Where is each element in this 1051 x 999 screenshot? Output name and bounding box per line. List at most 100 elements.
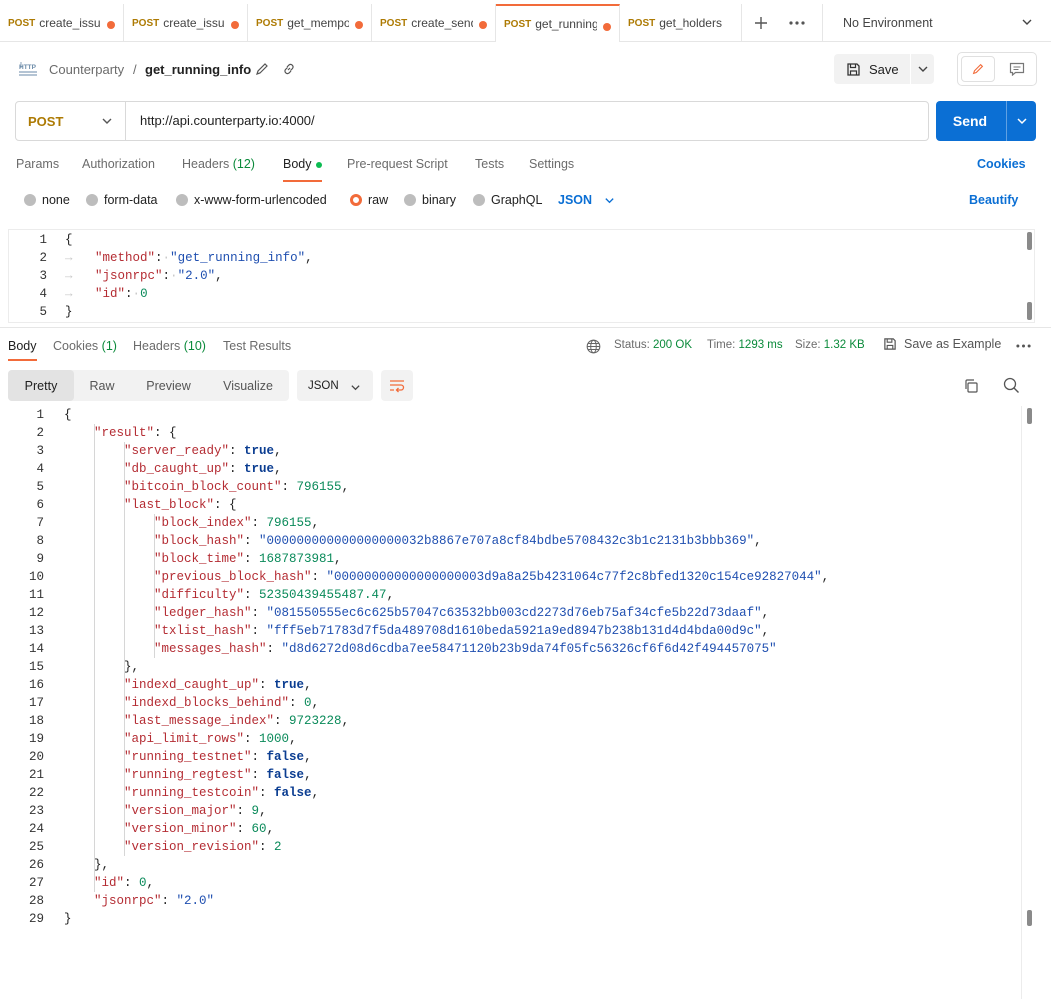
tab-overflow-button[interactable] — [780, 4, 814, 42]
scrollbar-thumb[interactable] — [1027, 302, 1032, 320]
code-line: 5 "bitcoin_block_count": 796155, — [0, 478, 1015, 496]
whitespace-marker: → — [65, 269, 96, 283]
line-text: "indexd_caught_up": true, — [124, 676, 312, 694]
json-punctuation: , — [274, 462, 282, 476]
radio-urlencoded-label: x-www-form-urlencoded — [194, 193, 327, 207]
pane-divider[interactable] — [0, 327, 1051, 328]
json-key: "version_revision" — [124, 840, 260, 854]
link-icon[interactable] — [281, 61, 297, 77]
tab-settings[interactable]: Settings — [529, 157, 574, 171]
tab-method-label: POST — [132, 17, 160, 29]
tab-body[interactable]: Body — [283, 157, 322, 182]
radio-none[interactable]: none — [24, 193, 70, 207]
code-line: 20 "running_testnet": false, — [0, 748, 1015, 766]
wrap-lines-button[interactable] — [381, 370, 413, 401]
response-tab-headers[interactable]: Headers (10) — [133, 339, 206, 353]
response-size[interactable]: Size: 1.32 KB — [795, 339, 865, 351]
tab-headers[interactable]: Headers (12) — [182, 157, 255, 171]
tab-method-label: POST — [628, 17, 656, 29]
chevron-down-icon — [102, 118, 112, 124]
cookies-link[interactable]: Cookies — [977, 157, 1026, 171]
radio-binary[interactable]: binary — [404, 193, 456, 207]
radio-form-data-label: form-data — [104, 193, 158, 207]
json-punctuation: : — [244, 552, 260, 566]
json-punctuation: : — [259, 678, 275, 692]
edit-mode-button[interactable] — [961, 56, 995, 82]
tab-params[interactable]: Params — [16, 157, 59, 171]
environment-selector[interactable]: No Environment — [822, 4, 1051, 42]
json-key: "last_block" — [124, 498, 215, 512]
scrollbar-thumb[interactable] — [1027, 910, 1032, 926]
code-line: 22 "running_testcoin": false, — [0, 784, 1015, 802]
request-tab[interactable]: POST create_send — [372, 4, 496, 42]
view-pretty-button[interactable]: Pretty — [8, 370, 74, 401]
send-button[interactable]: Send — [936, 101, 1004, 141]
chevron-down-icon — [918, 66, 927, 72]
request-tab[interactable]: POST create_issua — [124, 4, 248, 42]
tab-tests[interactable]: Tests — [475, 157, 504, 171]
breadcrumb-collection[interactable]: Counterparty — [49, 62, 124, 77]
response-time[interactable]: Time: 1293 ms — [707, 339, 783, 351]
line-number: 5 — [39, 305, 47, 319]
code-line: 18 "last_message_index": 9723228, — [0, 712, 1015, 730]
response-body-viewer[interactable]: 1{2 "result": {3 "server_ready": true, 4 "db… — [0, 406, 1051, 999]
response-tab-cookies-label: Cookies — [53, 339, 99, 353]
radio-graphql[interactable]: GraphQL — [473, 193, 542, 207]
pencil-icon[interactable] — [254, 61, 270, 77]
response-tab-test-results[interactable]: Test Results — [223, 339, 291, 353]
save-button[interactable]: Save — [834, 54, 910, 84]
json-punctuation: } — [64, 912, 72, 926]
radio-circle — [473, 194, 485, 206]
line-text: → "id":·0 — [65, 285, 148, 303]
line-number: 21 — [28, 768, 44, 782]
view-preview-button[interactable]: Preview — [130, 370, 207, 401]
radio-form-data[interactable]: form-data — [86, 193, 158, 207]
save-as-example-button[interactable]: Save as Example — [883, 337, 1001, 351]
request-tab[interactable]: POST get_mempo — [248, 4, 372, 42]
response-status[interactable]: Status: 200 OK — [614, 339, 692, 351]
radio-urlencoded[interactable]: x-www-form-urlencoded — [176, 193, 327, 207]
url-input[interactable]: http://api.counterparty.io:4000/ — [140, 113, 315, 128]
tab-authorization[interactable]: Authorization — [82, 157, 155, 171]
json-punctuation: : — [244, 588, 260, 602]
response-format-select[interactable]: JSON — [297, 370, 373, 401]
line-text: "jsonrpc": "2.0" — [94, 892, 214, 910]
response-tab-body[interactable]: Body — [8, 339, 37, 361]
request-tab[interactable]: POSTget_running_ — [496, 4, 620, 42]
globe-icon[interactable] — [586, 339, 601, 354]
tab-prerequest-script[interactable]: Pre-request Script — [347, 157, 448, 171]
request-tab[interactable]: POST create_issua — [0, 4, 124, 42]
view-visualize-button[interactable]: Visualize — [207, 370, 289, 401]
view-raw-button[interactable]: Raw — [74, 370, 130, 401]
radio-raw[interactable]: raw — [350, 193, 388, 207]
json-punctuation: : — [289, 696, 305, 710]
body-format-select[interactable]: JSON — [558, 193, 615, 207]
save-options-button[interactable] — [910, 54, 934, 84]
http-method-select[interactable]: POST — [16, 102, 126, 140]
new-tab-button[interactable] — [744, 4, 778, 42]
scrollbar-thumb[interactable] — [1027, 232, 1032, 250]
response-tab-cookies[interactable]: Cookies (1) — [53, 339, 117, 353]
response-scrollbar-track[interactable] — [1021, 406, 1022, 999]
search-icon[interactable] — [1003, 377, 1020, 394]
scrollbar-thumb[interactable] — [1027, 408, 1032, 424]
json-punctuation: , — [754, 534, 762, 548]
more-horizontal-icon[interactable] — [1016, 344, 1031, 348]
beautify-button[interactable]: Beautify — [969, 193, 1018, 207]
line-number: 14 — [28, 642, 44, 656]
send-options-button[interactable] — [1006, 101, 1036, 141]
request-body-editor[interactable]: 1{2 → "method":·"get_running_info", 3 → "js… — [8, 229, 1035, 323]
documentation-button[interactable] — [1000, 56, 1034, 82]
save-label: Save — [869, 61, 899, 77]
json-boolean: true — [274, 678, 305, 692]
radio-circle — [176, 194, 188, 206]
copy-icon[interactable] — [963, 378, 979, 394]
json-punctuation: , — [311, 786, 320, 800]
request-tab[interactable]: POST get_holders — [620, 4, 742, 42]
whitespace-marker: · — [170, 269, 178, 283]
code-line: 17 "indexd_blocks_behind": 0, — [0, 694, 1015, 712]
line-number: 2 — [36, 426, 44, 440]
response-headers-count: (10) — [183, 339, 206, 353]
request-title[interactable]: get_running_info — [145, 62, 251, 77]
pencil-icon — [972, 63, 984, 75]
